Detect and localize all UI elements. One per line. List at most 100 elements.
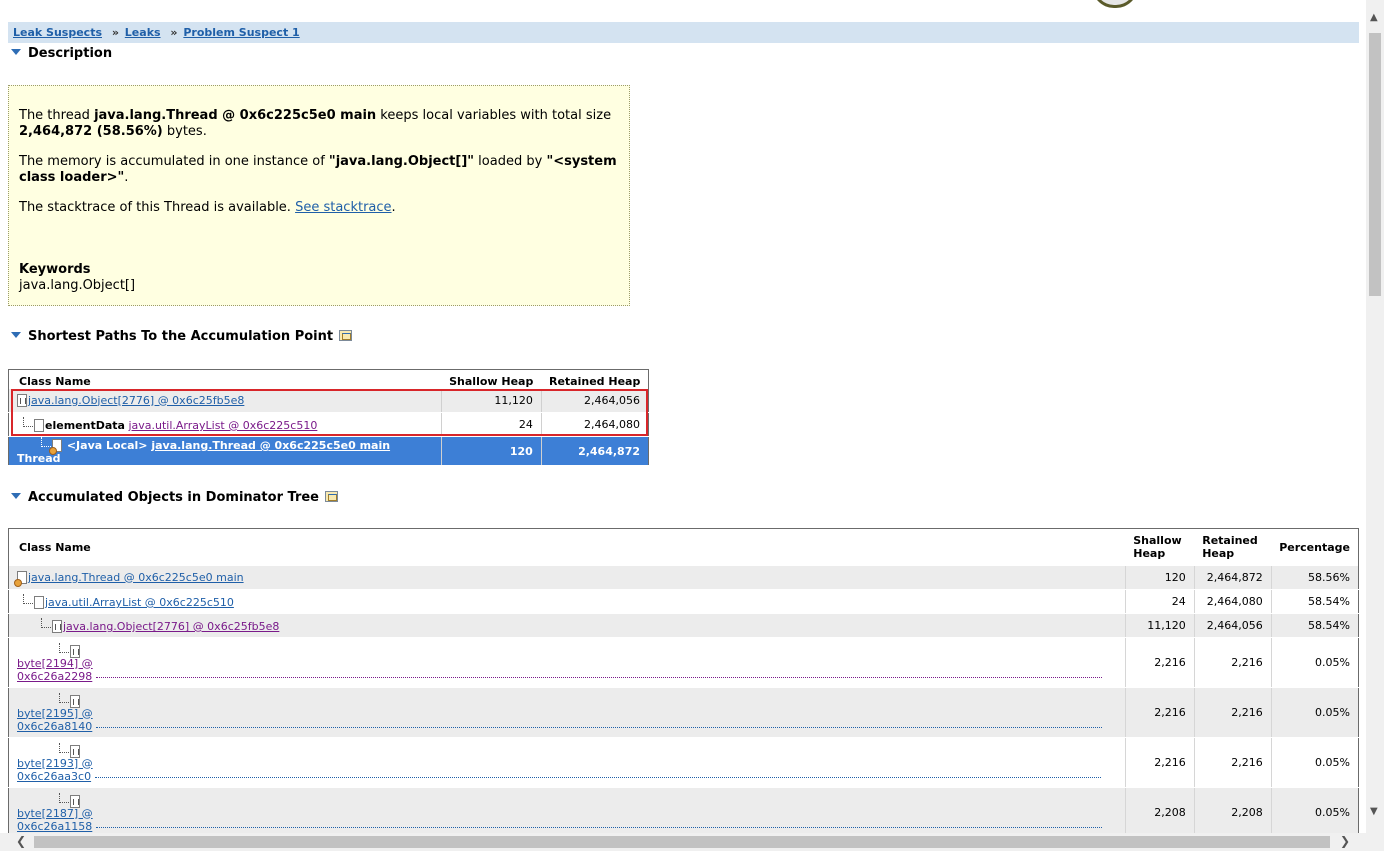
- report-page: Leak Suspects » Leaks » Problem Suspect …: [0, 0, 1366, 833]
- scroll-up-arrow-icon[interactable]: ▲: [1370, 12, 1378, 23]
- shallow-heap-value: 2,216: [1124, 637, 1195, 688]
- tree-connector: [23, 417, 33, 427]
- object-link[interactable]: java.lang.Object[2776] @ 0x6c25fb5e8: [63, 620, 279, 633]
- retained-heap-value: 2,208: [1193, 787, 1272, 833]
- see-stacktrace-link[interactable]: See stacktrace: [295, 200, 391, 215]
- object-array-icon: [52, 620, 62, 633]
- column-percentage: Percentage: [1271, 528, 1359, 566]
- description-box: The thread java.lang.Thread @ 0x6c225c5e…: [8, 85, 630, 306]
- field-name: elementData: [45, 419, 125, 432]
- retained-heap-value: 2,464,080: [1193, 589, 1272, 614]
- table-row[interactable]: byte[2194] @0x6c26a2298 2,216 2,216 0.05…: [8, 637, 1359, 688]
- object-link[interactable]: byte[2187] @0x6c26a1158: [17, 807, 1117, 833]
- dominator-table: Class Name Shallow Heap Retained Heap Perc…: [8, 528, 1359, 833]
- shallow-heap-value: 11,120: [1124, 613, 1195, 638]
- table-row[interactable]: java.util.ArrayList @ 0x6c225c510 24 2,4…: [8, 589, 1359, 614]
- byte-array-icon: [70, 694, 80, 708]
- breadcrumb: Leak Suspects » Leaks » Problem Suspect …: [8, 22, 1359, 43]
- tree-connector: [59, 642, 69, 653]
- table-row[interactable]: byte[2187] @0x6c26a1158 2,208 2,208 0.05…: [8, 787, 1359, 833]
- tree-connector: [59, 692, 69, 703]
- scroll-right-arrow-icon[interactable]: ❯: [1340, 834, 1350, 848]
- percentage-value: 0.05%: [1270, 787, 1359, 833]
- percentage-value: 58.56%: [1270, 565, 1359, 590]
- tree-connector: [41, 437, 51, 447]
- field-name: <Java Local>: [66, 439, 148, 452]
- retained-heap-value: 2,216: [1193, 687, 1272, 738]
- collapse-triangle-icon[interactable]: [11, 493, 21, 499]
- dominator-header[interactable]: Accumulated Objects in Dominator Tree: [11, 490, 338, 505]
- shallow-heap-value: 2,208: [1124, 787, 1195, 833]
- byte-array-icon: [70, 644, 80, 658]
- app-logo: [1092, 0, 1138, 8]
- table-row[interactable]: elementData java.util.ArrayList @ 0x6c22…: [8, 412, 649, 437]
- column-class-name: Class Name: [8, 369, 442, 389]
- table-row-selected[interactable]: <Java Local> java.lang.Thread @ 0x6c225c…: [8, 436, 649, 466]
- object-link[interactable]: java.util.ArrayList @ 0x6c225c510: [45, 596, 234, 609]
- retained-heap-value: 2,464,056: [540, 388, 649, 413]
- table-row[interactable]: java.lang.Thread @ 0x6c225c5e0 main 120 …: [8, 565, 1359, 590]
- object-link[interactable]: java.util.ArrayList @ 0x6c225c510: [128, 419, 317, 432]
- column-shallow-heap: Shallow Heap: [1125, 528, 1195, 566]
- shallow-heap-value: 2,216: [1124, 737, 1195, 788]
- thread-icon: [14, 570, 27, 587]
- vertical-scrollbar[interactable]: ▲ ▼: [1366, 0, 1384, 833]
- collapse-triangle-icon[interactable]: [11, 49, 21, 55]
- table-row[interactable]: byte[2195] @0x6c26a8140 2,216 2,216 0.05…: [8, 687, 1359, 738]
- scrollbar-corner: [1366, 833, 1384, 851]
- shallow-heap-value: 120: [1124, 565, 1195, 590]
- thread-icon: [49, 439, 62, 455]
- object-link[interactable]: java.lang.Thread @ 0x6c225c5e0 main: [28, 571, 244, 584]
- object-link[interactable]: byte[2193] @0x6c26aa3c0: [17, 757, 1117, 783]
- percentage-value: 0.05%: [1270, 737, 1359, 788]
- column-retained-heap: Retained Heap: [1194, 528, 1272, 566]
- dominator-title: Accumulated Objects in Dominator Tree: [28, 490, 319, 505]
- tree-connector: [41, 618, 51, 628]
- tree-connector: [23, 594, 33, 604]
- object-link[interactable]: java.lang.Thread @ 0x6c225c5e0 main: [151, 439, 390, 452]
- shallow-heap-value: 120: [440, 436, 542, 466]
- scroll-left-arrow-icon[interactable]: ❮: [16, 834, 26, 848]
- shallow-heap-value: 24: [1124, 589, 1195, 614]
- table-row[interactable]: java.lang.Object[2776] @ 0x6c25fb5e8 11,…: [8, 388, 649, 413]
- percentage-value: 0.05%: [1270, 637, 1359, 688]
- object-file-icon: [34, 419, 44, 432]
- column-class-name: Class Name: [8, 528, 1126, 566]
- collapse-triangle-icon[interactable]: [11, 332, 21, 338]
- tree-connector: [59, 792, 69, 803]
- horizontal-scrollbar[interactable]: ❮ ❯: [0, 833, 1366, 851]
- breadcrumb-separator: »: [111, 26, 119, 39]
- breadcrumb-leak-suspects[interactable]: Leak Suspects: [13, 26, 102, 39]
- paths-header[interactable]: Shortest Paths To the Accumulation Point: [11, 329, 353, 344]
- percentage-value: 0.05%: [1270, 687, 1359, 738]
- object-link[interactable]: byte[2194] @0x6c26a2298: [17, 657, 1117, 683]
- vertical-scroll-thumb[interactable]: [1369, 33, 1381, 296]
- keywords-value: java.lang.Object[]: [19, 278, 136, 293]
- byte-array-icon: [70, 794, 80, 808]
- shallow-heap-value: 2,216: [1124, 687, 1195, 738]
- description-header[interactable]: Description: [11, 46, 112, 61]
- breadcrumb-leaks[interactable]: Leaks: [125, 26, 161, 39]
- column-retained-heap: Retained Heap: [541, 369, 649, 389]
- description-paragraph-3: The stacktrace of this Thread is availab…: [19, 200, 396, 215]
- horizontal-scroll-thumb[interactable]: [34, 836, 1330, 848]
- retained-heap-value: 2,216: [1193, 637, 1272, 688]
- breadcrumb-separator: »: [170, 26, 178, 39]
- scroll-down-arrow-icon[interactable]: ▼: [1370, 806, 1378, 817]
- percentage-value: 58.54%: [1270, 589, 1359, 614]
- table-view-icon[interactable]: [325, 491, 338, 502]
- percentage-value: 58.54%: [1270, 613, 1359, 638]
- object-file-icon: [34, 596, 44, 609]
- retained-heap-value: 2,464,080: [540, 412, 649, 437]
- retained-heap-value: 2,464,872: [1193, 565, 1272, 590]
- breadcrumb-problem-suspect[interactable]: Problem Suspect 1: [183, 26, 299, 39]
- description-title: Description: [28, 46, 113, 61]
- object-array-icon: [17, 393, 27, 407]
- paths-title: Shortest Paths To the Accumulation Point: [28, 329, 334, 344]
- table-view-icon[interactable]: [339, 330, 353, 341]
- table-row[interactable]: byte[2193] @0x6c26aa3c0 2,216 2,216 0.05…: [8, 737, 1359, 788]
- object-link[interactable]: byte[2195] @0x6c26a8140: [17, 707, 1117, 733]
- table-row[interactable]: java.lang.Object[2776] @ 0x6c25fb5e8 11,…: [8, 613, 1359, 638]
- tree-connector: [59, 742, 69, 753]
- object-link[interactable]: java.lang.Object[2776] @ 0x6c25fb5e8: [28, 394, 244, 407]
